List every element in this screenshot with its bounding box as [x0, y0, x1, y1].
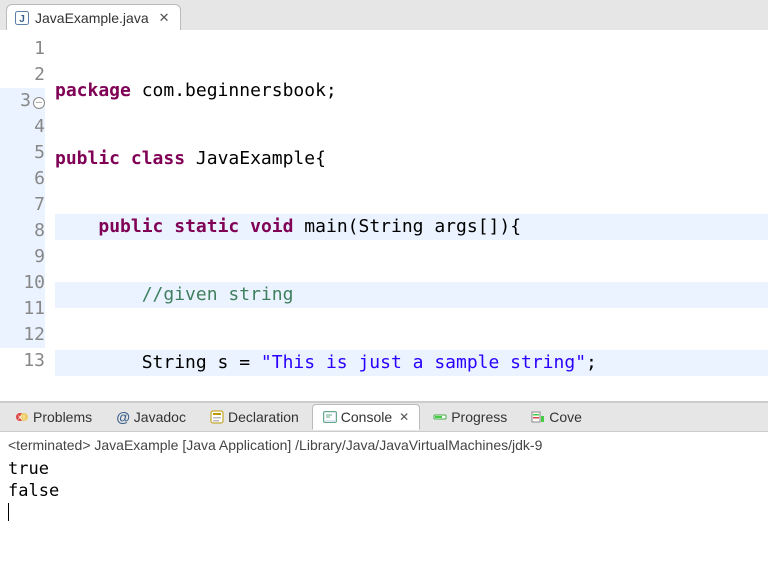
coverage-icon	[531, 410, 545, 424]
editor-tab[interactable]: J JavaExample.java ✕	[6, 4, 181, 30]
tab-progress[interactable]: Progress	[422, 404, 518, 430]
tab-declaration[interactable]: Declaration	[199, 404, 310, 430]
console-icon	[323, 410, 337, 424]
tab-javadoc[interactable]: @ Javadoc	[105, 404, 197, 430]
code-lines[interactable]: package com.beginnersbook; public class …	[55, 36, 768, 401]
progress-icon	[433, 410, 447, 424]
console-output-line: true	[8, 458, 760, 480]
tab-problems[interactable]: ✕! Problems	[4, 404, 103, 430]
fold-icon[interactable]: –	[33, 97, 45, 109]
view-tab-label: Declaration	[228, 409, 299, 425]
console-launch-info: <terminated> JavaExample [Java Applicati…	[8, 434, 760, 458]
code-editor[interactable]: 1 2 3– 4 5 6 7 8 9 10 11 12 13 package c…	[0, 30, 768, 401]
line-gutter: 1 2 3– 4 5 6 7 8 9 10 11 12 13	[0, 36, 55, 401]
view-tabbar: ✕! Problems @ Javadoc Declaration Consol…	[0, 402, 768, 432]
text-cursor	[8, 503, 9, 521]
code-line: String s = "This is just a sample string…	[55, 350, 768, 376]
view-tab-label: Progress	[451, 409, 507, 425]
editor-tabbar: J JavaExample.java ✕	[0, 0, 768, 30]
view-tab-label: Javadoc	[134, 409, 186, 425]
code-line: public static void main(String args[]){	[55, 214, 768, 240]
svg-text:J: J	[19, 14, 25, 25]
editor-pane: J JavaExample.java ✕ 1 2 3– 4 5 6 7 8 9 …	[0, 0, 768, 402]
svg-text:!: !	[23, 415, 25, 422]
java-file-icon: J	[15, 11, 29, 25]
tab-console[interactable]: Console ✕	[312, 404, 420, 430]
declaration-icon	[210, 410, 224, 424]
javadoc-icon: @	[116, 409, 130, 425]
console-view[interactable]: <terminated> JavaExample [Java Applicati…	[0, 432, 768, 532]
console-output-line: false	[8, 480, 760, 502]
view-tab-label: Cove	[549, 409, 582, 425]
code-line: public class JavaExample{	[55, 146, 768, 172]
editor-tab-label: JavaExample.java	[35, 10, 149, 26]
problems-icon: ✕!	[15, 410, 29, 424]
close-icon[interactable]: ✕	[159, 10, 170, 26]
code-line: package com.beginnersbook;	[55, 78, 768, 104]
console-cursor-line	[8, 502, 760, 524]
view-tab-label: Problems	[33, 409, 92, 425]
close-icon[interactable]: ✕	[399, 410, 409, 424]
tab-coverage[interactable]: Cove	[520, 404, 593, 430]
bottom-panel: ✕! Problems @ Javadoc Declaration Consol…	[0, 402, 768, 532]
code-line: //given string	[55, 282, 768, 308]
view-tab-label: Console	[341, 409, 392, 425]
